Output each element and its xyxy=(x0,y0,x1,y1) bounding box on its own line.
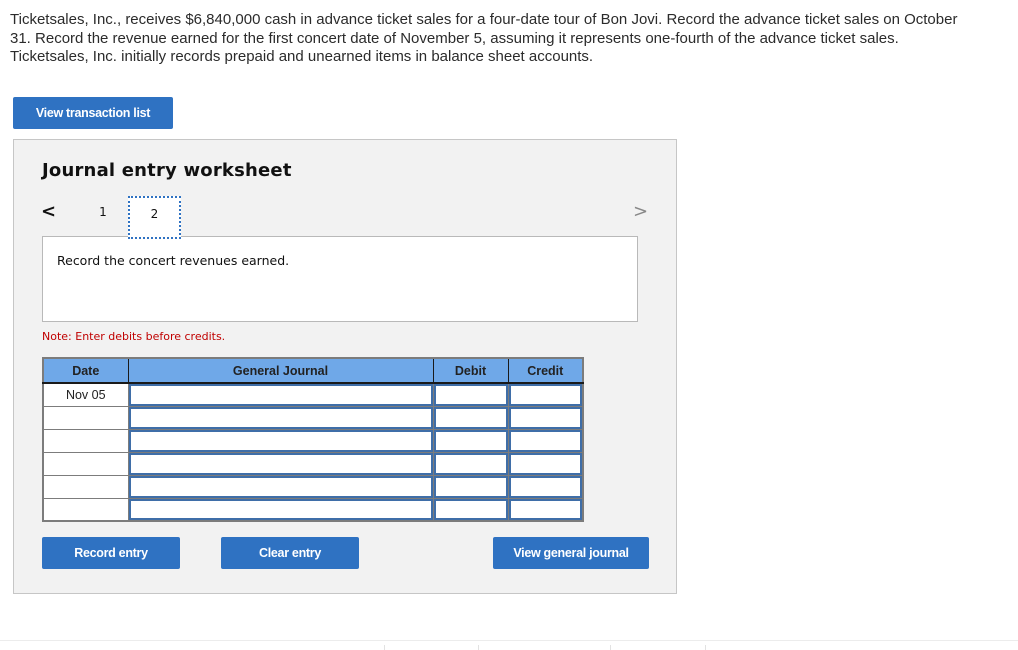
credit-field[interactable] xyxy=(508,498,582,520)
debit-field[interactable] xyxy=(433,498,508,520)
debit-field[interactable] xyxy=(433,475,508,498)
tab-entry-2[interactable]: 2 xyxy=(128,196,181,239)
footer-divider xyxy=(0,640,1018,641)
footer-divider-tick xyxy=(478,645,479,650)
question-text: Ticketsales, Inc., receives $6,840,000 c… xyxy=(10,11,958,65)
account-field[interactable] xyxy=(128,384,433,406)
column-header-credit: Credit xyxy=(507,357,584,384)
debit-field[interactable] xyxy=(433,452,508,475)
record-entry-button[interactable]: Record entry xyxy=(42,537,180,569)
journal-entry-worksheet: Journal entry worksheet < 1 2 > Record t… xyxy=(13,139,677,594)
debit-cell xyxy=(432,382,509,407)
journal-row xyxy=(42,428,584,453)
account-field[interactable] xyxy=(128,475,433,498)
credit-field[interactable] xyxy=(508,406,582,429)
account-cell xyxy=(127,405,434,430)
debit-cell xyxy=(432,474,509,499)
instruction-text: Record the concert revenues earned. xyxy=(57,253,290,268)
debit-field[interactable] xyxy=(433,429,508,452)
chevron-right-icon[interactable]: > xyxy=(633,201,648,222)
footer-divider-tick xyxy=(610,645,611,650)
credit-cell xyxy=(507,451,584,476)
column-header-debit: Debit xyxy=(432,357,509,384)
column-header-date: Date xyxy=(42,357,129,384)
account-cell xyxy=(127,451,434,476)
date-cell: Nov 05 xyxy=(42,382,129,407)
journal-row xyxy=(42,405,584,430)
credit-field[interactable] xyxy=(508,452,582,475)
tab-entry-1[interactable]: 1 xyxy=(90,197,116,227)
debit-cell xyxy=(432,428,509,453)
credit-field[interactable] xyxy=(508,475,582,498)
view-general-journal-button[interactable]: View general journal xyxy=(493,537,649,569)
account-field[interactable] xyxy=(128,452,433,475)
date-cell xyxy=(42,428,129,453)
credit-cell xyxy=(507,474,584,499)
debit-cell xyxy=(432,405,509,430)
credit-cell xyxy=(507,428,584,453)
date-cell xyxy=(42,405,129,430)
credit-field[interactable] xyxy=(508,384,582,406)
journal-row xyxy=(42,474,584,499)
clear-entry-button[interactable]: Clear entry xyxy=(221,537,359,569)
column-header-general-journal: General Journal xyxy=(127,357,434,384)
note-text: Note: Enter debits before credits. xyxy=(42,330,226,343)
worksheet-title: Journal entry worksheet xyxy=(42,160,292,181)
view-transaction-list-button[interactable]: View transaction list xyxy=(13,97,173,129)
credit-cell xyxy=(507,382,584,407)
account-field[interactable] xyxy=(128,406,433,429)
account-cell xyxy=(127,428,434,453)
debit-cell xyxy=(432,451,509,476)
chevron-left-icon[interactable]: < xyxy=(41,201,56,222)
account-cell xyxy=(127,497,434,522)
account-cell xyxy=(127,474,434,499)
footer-divider-tick xyxy=(384,645,385,650)
credit-cell xyxy=(507,497,584,522)
journal-row: Nov 05 xyxy=(42,382,584,407)
account-cell xyxy=(127,382,434,407)
footer-divider-tick xyxy=(705,645,706,650)
credit-cell xyxy=(507,405,584,430)
account-field[interactable] xyxy=(128,498,433,520)
account-field[interactable] xyxy=(128,429,433,452)
journal-row xyxy=(42,497,584,522)
credit-field[interactable] xyxy=(508,429,582,452)
date-cell xyxy=(42,474,129,499)
date-cell xyxy=(42,497,129,522)
instruction-box: Record the concert revenues earned. xyxy=(42,236,638,322)
journal-header-row: Date General Journal Debit Credit xyxy=(42,357,584,384)
debit-field[interactable] xyxy=(433,384,508,406)
debit-field[interactable] xyxy=(433,406,508,429)
journal-table: Date General Journal Debit Credit Nov 05 xyxy=(42,357,584,522)
debit-cell xyxy=(432,497,509,522)
journal-row xyxy=(42,451,584,476)
date-cell xyxy=(42,451,129,476)
